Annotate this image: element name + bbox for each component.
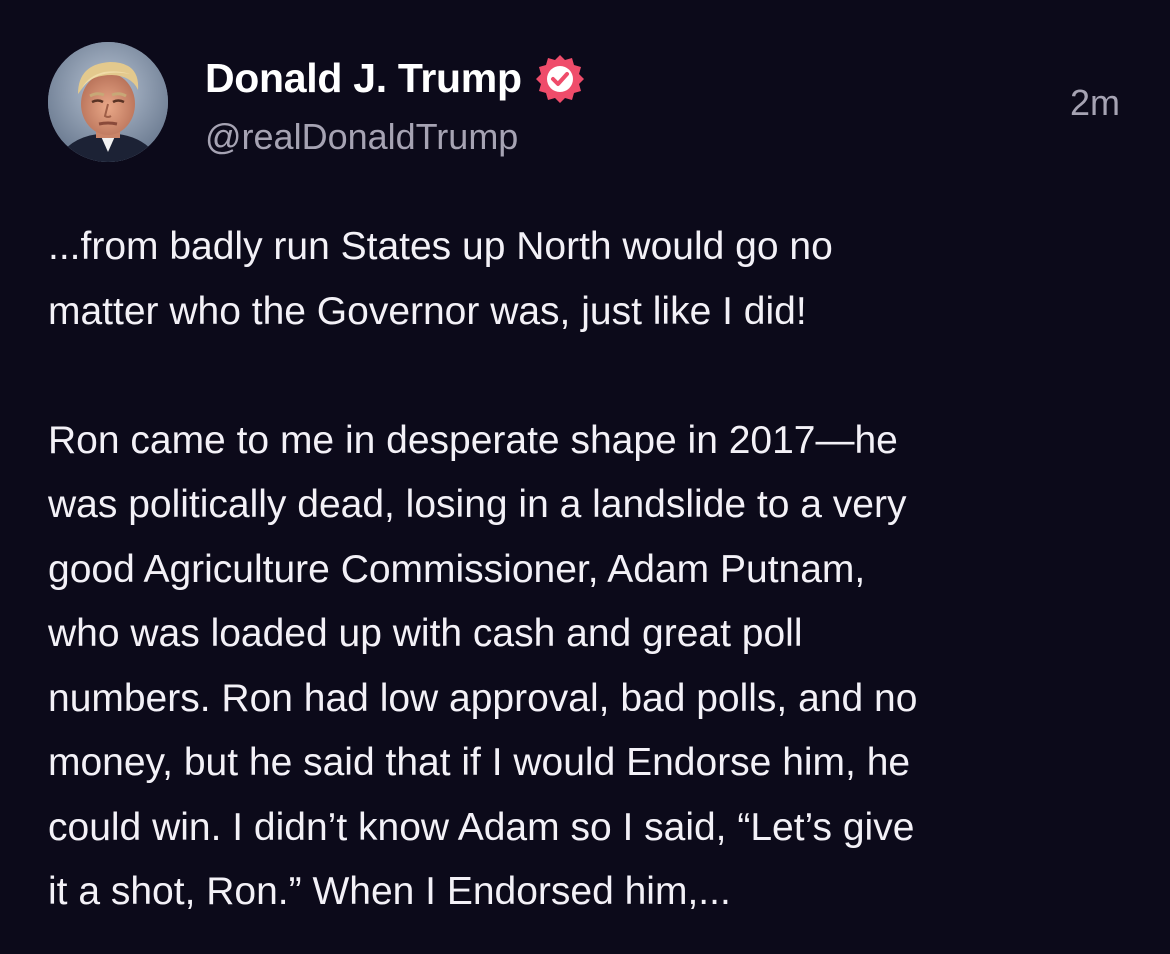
- avatar[interactable]: [48, 42, 168, 162]
- avatar-image: [48, 42, 168, 162]
- post-paragraph: Ron came to me in desperate shape in 201…: [48, 409, 1138, 925]
- post-text-line: it a shot, Ron.” When I Endorsed him,...: [48, 870, 731, 913]
- verified-badge-icon: [534, 52, 586, 104]
- post-text-line: money, but he said that if I would Endor…: [48, 741, 911, 784]
- post-text-line: who was loaded up with cash and great po…: [48, 612, 803, 655]
- post-text-line: good Agriculture Commissioner, Adam Putn…: [48, 547, 866, 591]
- post-text-line: matter who the Governor was, just like I…: [48, 289, 807, 333]
- author-display-name[interactable]: Donald J. Trump: [205, 55, 522, 102]
- author-handle[interactable]: @realDonaldTrump: [205, 116, 518, 158]
- post-text-line: numbers. Ron had low approval, bad polls…: [48, 676, 918, 720]
- post-timestamp[interactable]: 2m: [1070, 82, 1120, 124]
- post-text-line: could win. I didn’t know Adam so I said,…: [48, 805, 915, 849]
- post-text-line: was politically dead, losing in a landsl…: [48, 483, 907, 526]
- post-paragraph: ...from badly run States up North would …: [48, 215, 1138, 344]
- post-card: Donald J. Trump @realDonaldTrump 2m ...f…: [0, 0, 1170, 954]
- author-row: Donald J. Trump: [205, 52, 586, 104]
- post-body: ...from badly run States up North would …: [48, 215, 1138, 925]
- post-text-line: ...from badly run States up North would …: [48, 225, 833, 268]
- post-text-line: Ron came to me in desperate shape in 201…: [48, 418, 898, 462]
